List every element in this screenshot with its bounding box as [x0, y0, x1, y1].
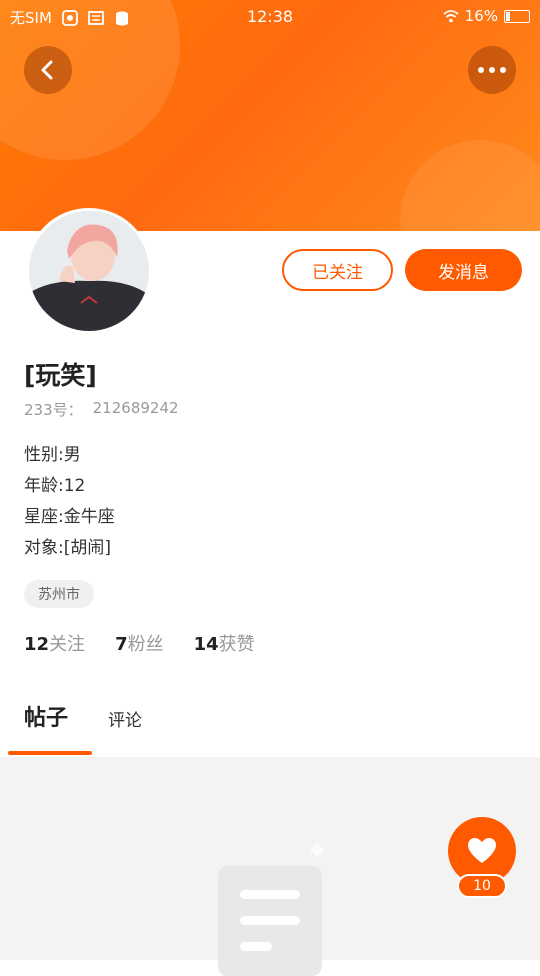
- stat-number: 12: [24, 634, 50, 655]
- info-age: 年龄: 12: [24, 471, 115, 502]
- chevron-left-icon: [41, 60, 53, 80]
- profile-header-banner: 无SIM 12:38 16%: [0, 0, 540, 231]
- document-line: [240, 942, 272, 951]
- user-id-label: 233号：: [24, 401, 83, 419]
- info-constellation: 星座: 金牛座: [24, 502, 115, 533]
- stat-label: 获赞: [218, 634, 255, 655]
- document-line: [240, 890, 300, 899]
- follow-button[interactable]: 已关注: [282, 249, 393, 291]
- profile-stats: 12关注 7粉丝 14获赞: [24, 630, 255, 656]
- info-label: 性别:: [24, 445, 64, 465]
- info-partner: 对象: [胡闹]: [24, 533, 115, 564]
- avatar-illustration: [29, 211, 149, 331]
- send-message-button[interactable]: 发消息: [405, 249, 522, 291]
- location-tag[interactable]: 苏州市: [24, 580, 94, 608]
- info-value: 金牛座: [63, 507, 115, 527]
- status-bar: 无SIM 12:38 16%: [0, 0, 540, 34]
- stat-following[interactable]: 12关注: [24, 630, 85, 656]
- profile-name: [玩笑]: [24, 361, 97, 390]
- tab-posts[interactable]: 帖子: [24, 700, 68, 732]
- stat-likes[interactable]: 14获赞: [194, 630, 255, 656]
- stat-number: 14: [193, 634, 219, 655]
- profile-info-list: 性别: 男 年龄: 12 星座: 金牛座 对象: [胡闹]: [24, 440, 115, 564]
- info-label: 星座:: [24, 507, 64, 527]
- info-value[interactable]: [胡闹]: [64, 533, 111, 564]
- stat-label: 粉丝: [127, 634, 164, 655]
- info-gender: 性别: 男: [24, 440, 115, 471]
- info-label: 年龄:: [24, 476, 64, 496]
- tab-comments[interactable]: 评论: [108, 706, 142, 731]
- back-button[interactable]: [24, 46, 72, 94]
- info-value: 男: [63, 445, 81, 465]
- like-count-badge: 10: [457, 874, 507, 898]
- battery-percent: 16%: [464, 7, 498, 25]
- battery-icon: [504, 9, 530, 23]
- wifi-icon: [443, 10, 459, 23]
- info-label: 对象:: [24, 538, 64, 558]
- heart-icon: [468, 838, 496, 863]
- tab-indicator: [8, 751, 92, 755]
- header-decoration: [400, 140, 540, 231]
- user-id: 233号： 212689242: [24, 399, 179, 420]
- profile-tabs: 帖子 评论: [0, 700, 540, 756]
- more-dots-icon: [478, 67, 506, 73]
- info-value: 12: [63, 476, 86, 496]
- status-bar-right: 16%: [443, 7, 530, 25]
- document-line: [240, 916, 300, 925]
- stat-label: 关注: [49, 634, 86, 655]
- avatar[interactable]: [26, 208, 152, 334]
- user-id-value: 212689242: [92, 399, 179, 417]
- stat-number: 7: [115, 634, 128, 655]
- stat-followers[interactable]: 7粉丝: [115, 630, 164, 656]
- more-options-button[interactable]: [468, 46, 516, 94]
